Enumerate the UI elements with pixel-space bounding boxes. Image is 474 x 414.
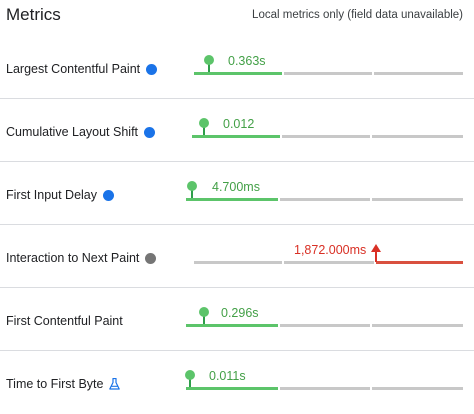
blue-dot-icon <box>144 126 156 138</box>
segment-gap <box>282 261 284 264</box>
good-segment <box>194 72 282 75</box>
good-segment <box>186 198 278 201</box>
metric-value-inp: 1,872.000ms <box>294 243 367 257</box>
metric-label-cls[interactable]: Cumulative Layout Shift <box>6 125 156 139</box>
metric-row-fid: First Input Delay 4.700ms <box>0 162 474 225</box>
segment-gap <box>278 198 280 201</box>
metric-value-ttfb: 0.011s <box>209 369 246 383</box>
metric-bar-cls <box>192 135 463 138</box>
metric-row-lcp: Largest Contentful Paint 0.363s <box>0 36 474 99</box>
blue-dot-icon <box>103 189 115 201</box>
segment-gap <box>278 387 280 390</box>
metric-name: First Input Delay <box>6 188 98 202</box>
segment-gap <box>370 324 372 327</box>
segment-gap <box>280 135 282 138</box>
metric-marker-icon <box>185 370 195 380</box>
metric-label-fid[interactable]: First Input Delay <box>6 188 115 202</box>
metric-row-inp: Interaction to Next Paint 1,872.000ms <box>0 225 474 288</box>
metric-marker-icon <box>204 55 214 65</box>
segment-gap <box>282 72 284 75</box>
metric-label-fcp[interactable]: First Contentful Paint <box>6 314 123 328</box>
metric-name: Interaction to Next Paint <box>6 251 140 265</box>
metric-label-ttfb[interactable]: Time to First Byte <box>6 377 121 391</box>
metric-marker-icon <box>187 181 197 191</box>
arrow-up-icon <box>371 244 381 262</box>
metric-name: Time to First Byte <box>6 377 104 391</box>
gray-dot-icon <box>145 252 157 264</box>
metric-value-fid: 4.700ms <box>212 180 260 194</box>
metric-name: Cumulative Layout Shift <box>6 125 139 139</box>
good-segment <box>192 135 280 138</box>
good-segment <box>186 387 278 390</box>
segment-gap <box>372 72 374 75</box>
segment-gap <box>370 135 372 138</box>
metrics-header: Metrics Local metrics only (field data u… <box>0 0 474 36</box>
metric-row-fcp: First Contentful Paint 0.296s <box>0 288 474 351</box>
metric-bar-ttfb <box>186 387 463 390</box>
metric-marker-icon <box>199 307 209 317</box>
blue-dot-icon <box>146 63 158 75</box>
metric-row-ttfb: Time to First Byte 0.011s <box>0 351 474 414</box>
metric-value-fcp: 0.296s <box>221 306 259 320</box>
metric-bar-lcp <box>194 72 463 75</box>
metric-value-lcp: 0.363s <box>228 54 266 68</box>
poor-segment <box>376 261 463 264</box>
metric-label-inp[interactable]: Interaction to Next Paint <box>6 251 157 265</box>
page-title: Metrics <box>6 5 61 24</box>
segment-gap <box>278 324 280 327</box>
metric-label-lcp[interactable]: Largest Contentful Paint <box>6 62 158 76</box>
metric-value-cls: 0.012 <box>223 117 255 131</box>
good-segment <box>186 324 278 327</box>
metric-marker-icon <box>199 118 209 128</box>
metric-name: Largest Contentful Paint <box>6 62 141 76</box>
metric-bar-fcp <box>186 324 463 327</box>
flask-icon <box>109 377 121 390</box>
field-data-note: Local metrics only (field data unavailab… <box>252 9 463 21</box>
metric-bar-fid <box>186 198 463 201</box>
metric-bar-inp <box>194 261 463 264</box>
metric-row-cls: Cumulative Layout Shift 0.012 <box>0 99 474 162</box>
segment-gap <box>370 387 372 390</box>
segment-gap <box>370 198 372 201</box>
metric-name: First Contentful Paint <box>6 314 123 328</box>
